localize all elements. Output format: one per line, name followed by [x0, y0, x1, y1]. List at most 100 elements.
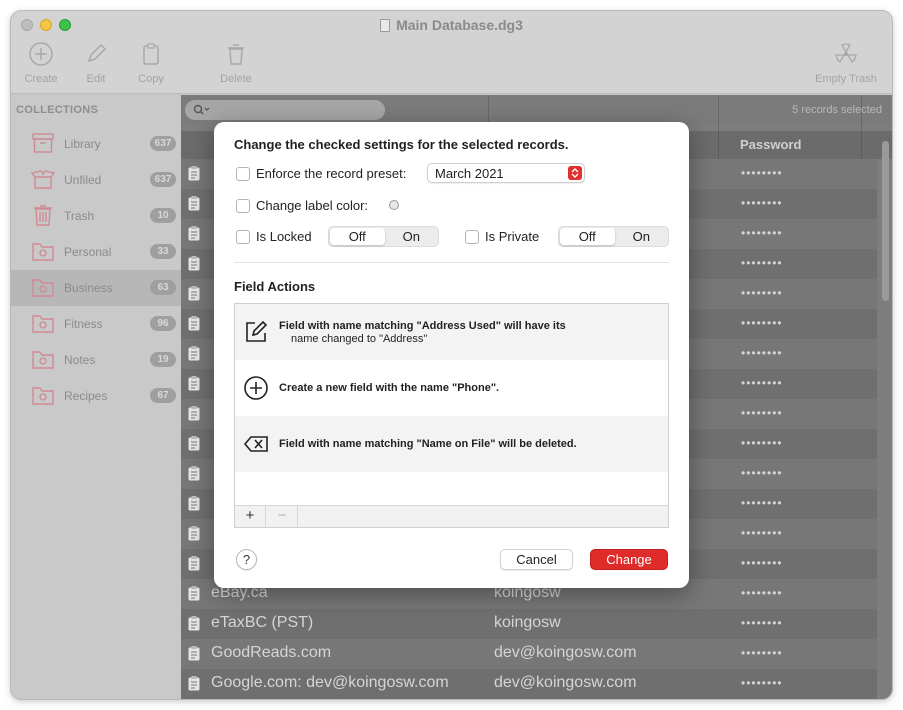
record-password: ••••••••: [741, 616, 783, 630]
collections-heading: COLLECTIONS: [16, 104, 99, 116]
copy-label: Copy: [138, 73, 164, 85]
clipboard-icon: [188, 586, 200, 601]
trash-icon: [228, 44, 244, 65]
field-action-text: Create a new field with the name "Phone"…: [279, 382, 500, 394]
cancel-button[interactable]: Cancel: [500, 549, 573, 570]
clipboard-icon: [188, 676, 200, 691]
sidebar-item-unfiled[interactable]: Unfiled 637: [11, 162, 181, 198]
edit-button[interactable]: Edit: [66, 41, 126, 85]
table-row[interactable]: GoodReads.com dev@koingosw.com ••••••••: [181, 639, 877, 669]
locked-on-option[interactable]: On: [384, 228, 439, 245]
record-password: ••••••••: [741, 496, 783, 510]
search-input[interactable]: [185, 100, 385, 120]
sidebar-item-label: Library: [64, 137, 101, 151]
create-label: Create: [24, 73, 58, 85]
folder-gear-icon: [32, 387, 54, 405]
folder-gear-icon: [32, 351, 54, 369]
sidebar-item-label: Unfiled: [64, 173, 102, 187]
record-password: ••••••••: [741, 226, 783, 240]
plus-circle-icon: [29, 42, 53, 66]
help-button[interactable]: ?: [236, 549, 257, 570]
sidebar-item-fitness[interactable]: Fitness 96: [11, 306, 181, 342]
remove-field-action-button[interactable]: −: [267, 506, 298, 527]
private-on-option[interactable]: On: [614, 228, 669, 245]
count-badge: 10: [150, 208, 176, 223]
record-password: ••••••••: [741, 436, 783, 450]
pencil-icon: [87, 43, 107, 63]
sidebar-item-label: Notes: [64, 353, 96, 367]
change-button[interactable]: Change: [590, 549, 668, 570]
count-badge: 637: [150, 172, 176, 187]
record-password: ••••••••: [741, 586, 783, 600]
plus-circle-icon: [244, 376, 268, 400]
clipboard-icon: [188, 196, 200, 211]
record-username: dev@koingosw.com: [494, 644, 637, 661]
sidebar-item-label: Recipes: [64, 389, 108, 403]
private-off-option[interactable]: Off: [560, 228, 615, 245]
clipboard-icon: [188, 406, 200, 421]
sidebar-item-personal[interactable]: Personal 33: [11, 234, 181, 270]
table-row[interactable]: Google.com: dev@koingosw.com dev@koingosw…: [181, 669, 877, 699]
sidebar-item-business[interactable]: Business 63: [11, 270, 181, 306]
add-field-action-button[interactable]: +: [235, 506, 266, 527]
sidebar-item-library[interactable]: Library 637: [11, 126, 181, 162]
label-color-picker[interactable]: [389, 200, 399, 210]
folder-gear-icon: [32, 243, 54, 261]
clipboard-icon: [188, 376, 200, 391]
private-checkbox[interactable]: [465, 230, 479, 244]
record-password: ••••••••: [741, 286, 783, 300]
field-action-item[interactable]: Field with name matching "Name on File" …: [235, 416, 668, 472]
locked-segmented-control[interactable]: Off On: [328, 226, 439, 247]
selection-status: 5 records selected: [792, 104, 882, 116]
title-bar: Main Database.dg3 Create Edit Copy Delet…: [11, 11, 892, 94]
record-password: ••••••••: [741, 256, 783, 270]
empty-trash-button[interactable]: Empty Trash: [806, 41, 886, 85]
count-badge: 67: [150, 388, 176, 403]
sidebar-item-notes[interactable]: Notes 19: [11, 342, 181, 378]
record-password: ••••••••: [741, 676, 783, 690]
delete-label: Delete: [220, 73, 252, 85]
preset-value: March 2021: [435, 166, 504, 181]
label-color-checkbox[interactable]: [236, 199, 250, 213]
edit-label: Edit: [86, 73, 106, 85]
sidebar-item-recipes[interactable]: Recipes 67: [11, 378, 181, 414]
record-username: koingosw: [494, 614, 561, 631]
private-label: Is Private: [485, 229, 540, 244]
create-button[interactable]: Create: [11, 41, 71, 85]
sidebar: COLLECTIONS Library 637 Unfiled 637 Tras…: [11, 95, 181, 699]
open-box-icon: [31, 170, 55, 189]
field-action-item[interactable]: Create a new field with the name "Phone"…: [235, 360, 668, 416]
field-action-item[interactable]: Field with name matching "Address Used" …: [235, 304, 668, 360]
table-row[interactable]: eTaxBC (PST) koingosw ••••••••: [181, 609, 877, 639]
enforce-preset-checkbox[interactable]: [236, 167, 250, 181]
record-password: ••••••••: [741, 556, 783, 570]
clipboard-icon: [188, 286, 200, 301]
record-password: ••••••••: [741, 346, 783, 360]
field-actions-list: Field with name matching "Address Used" …: [234, 303, 669, 528]
record-password: ••••••••: [741, 466, 783, 480]
private-segmented-control[interactable]: Off On: [558, 226, 669, 247]
password-column-header[interactable]: Password: [740, 137, 801, 152]
record-title: eTaxBC (PST): [211, 614, 314, 631]
delete-backspace-icon: [243, 436, 268, 452]
delete-button[interactable]: Delete: [206, 41, 266, 85]
enforce-preset-label: Enforce the record preset:: [256, 166, 407, 181]
locked-label: Is Locked: [256, 229, 312, 244]
field-actions-footer: + −: [235, 505, 668, 527]
count-badge: 19: [150, 352, 176, 367]
copy-button[interactable]: Copy: [121, 41, 181, 85]
empty-trash-label: Empty Trash: [815, 73, 877, 85]
sidebar-item-label: Trash: [64, 209, 95, 223]
edit-pencil-icon: [246, 320, 268, 342]
vertical-scrollbar[interactable]: [882, 141, 889, 301]
locked-off-option[interactable]: Off: [330, 228, 385, 245]
clipboard-icon: [188, 226, 200, 241]
search-bar: 5 records selected: [181, 95, 892, 125]
count-badge: 637: [150, 136, 176, 151]
locked-checkbox[interactable]: [236, 230, 250, 244]
document-icon: [380, 19, 391, 32]
preset-select[interactable]: March 2021: [427, 163, 585, 183]
sidebar-item-trash[interactable]: Trash 10: [11, 198, 181, 234]
record-password: ••••••••: [741, 196, 783, 210]
record-password: ••••••••: [741, 526, 783, 540]
